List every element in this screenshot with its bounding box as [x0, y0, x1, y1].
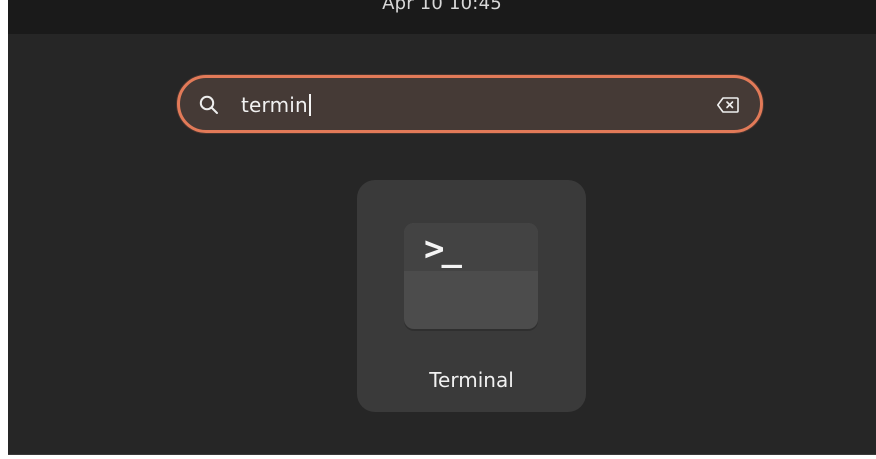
search-query: termin: [241, 93, 308, 117]
search-icon: [198, 94, 220, 116]
terminal-icon: >_: [404, 223, 538, 329]
backspace-icon[interactable]: [716, 96, 740, 114]
search-entry[interactable]: termin: [177, 75, 763, 133]
activities-overview-screen: Apr 10 10:45 termin >_ Terminal: [0, 0, 876, 459]
app-label: Terminal: [429, 368, 514, 392]
clock[interactable]: Apr 10 10:45: [382, 0, 502, 13]
text-caret: [308, 94, 311, 116]
top-bar: Apr 10 10:45: [8, 0, 876, 34]
terminal-prompt-glyph: >_: [424, 229, 462, 269]
search-input[interactable]: termin: [241, 92, 311, 118]
app-result-terminal[interactable]: >_ Terminal: [357, 180, 586, 412]
overview-area: termin >_ Terminal: [8, 34, 876, 455]
